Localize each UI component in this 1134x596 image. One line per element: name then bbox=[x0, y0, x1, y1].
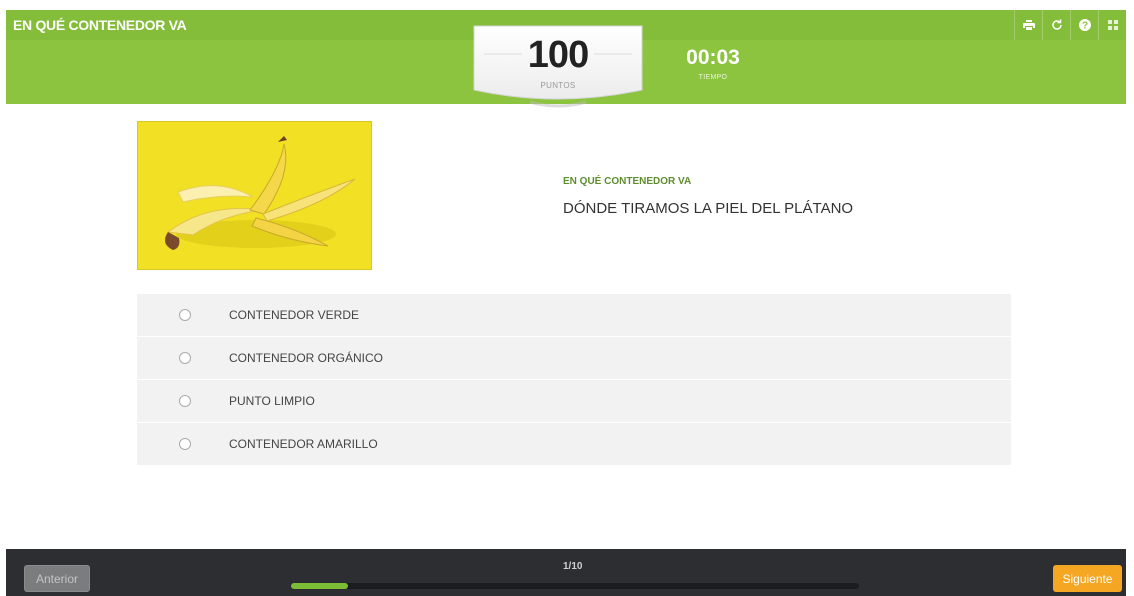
radio-button[interactable] bbox=[179, 438, 191, 450]
answer-option-label: PUNTO LIMPIO bbox=[229, 394, 315, 408]
answer-option-label: CONTENEDOR ORGÁNICO bbox=[229, 351, 384, 365]
banana-peel-image bbox=[137, 121, 372, 270]
restart-icon[interactable] bbox=[1042, 10, 1070, 40]
previous-button[interactable]: Anterior bbox=[24, 565, 90, 592]
answer-option-label: CONTENEDOR AMARILLO bbox=[229, 437, 378, 451]
next-button[interactable]: Siguiente bbox=[1053, 565, 1122, 592]
progress-fill bbox=[291, 583, 348, 589]
grid-icon[interactable] bbox=[1098, 10, 1126, 40]
progress-counter: 1/10 bbox=[563, 561, 583, 572]
timer-label: TIEMPO bbox=[698, 74, 728, 81]
answer-options: CONTENEDOR VERDE CONTENEDOR ORGÁNICO PUN… bbox=[137, 294, 1011, 466]
print-icon[interactable] bbox=[1014, 10, 1042, 40]
question-text: DÓNDE TIRAMOS LA PIEL DEL PLÁTANO bbox=[563, 200, 854, 217]
timer-value: 00:03 bbox=[686, 46, 740, 69]
radio-button[interactable] bbox=[179, 395, 191, 407]
svg-text:?: ? bbox=[1081, 21, 1087, 32]
question-category: EN QUÉ CONTENEDOR VA bbox=[563, 176, 692, 187]
answer-option-label: CONTENEDOR VERDE bbox=[229, 308, 360, 322]
header-toolbar: ? bbox=[1014, 10, 1126, 40]
radio-button[interactable] bbox=[179, 352, 191, 364]
answer-option[interactable]: CONTENEDOR VERDE bbox=[137, 294, 1011, 337]
score-label: PUNTOS bbox=[540, 81, 576, 90]
radio-button[interactable] bbox=[179, 309, 191, 321]
help-icon[interactable]: ? bbox=[1070, 10, 1098, 40]
score-card: 100 PUNTOS bbox=[470, 24, 646, 110]
score-value: 100 bbox=[527, 34, 589, 76]
answer-option[interactable]: PUNTO LIMPIO bbox=[137, 380, 1011, 423]
answer-option[interactable]: CONTENEDOR AMARILLO bbox=[137, 423, 1011, 466]
app-title: EN QUÉ CONTENEDOR VA bbox=[13, 17, 187, 33]
footer-bar: Anterior 1/10 Siguiente bbox=[6, 549, 1126, 596]
progress-bar bbox=[291, 583, 859, 589]
answer-option[interactable]: CONTENEDOR ORGÁNICO bbox=[137, 337, 1011, 380]
